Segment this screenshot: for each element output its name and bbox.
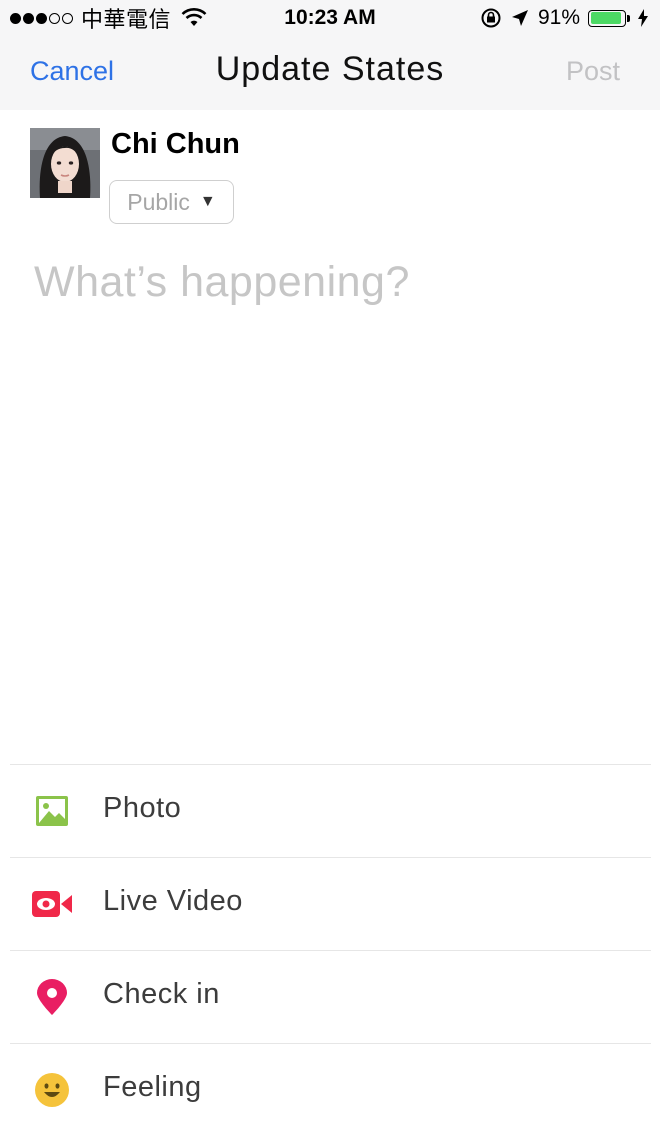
status-right: 91% <box>480 4 648 32</box>
photo-icon <box>32 791 72 831</box>
location-pin-icon <box>32 977 72 1017</box>
nav-bar: Cancel Update States Post <box>0 36 660 110</box>
live-video-icon <box>32 884 72 924</box>
action-check-in[interactable]: Check in <box>10 950 651 1043</box>
action-live-video-label: Live Video <box>103 885 243 917</box>
action-check-in-label: Check in <box>103 978 220 1010</box>
privacy-label: Public <box>127 188 190 215</box>
location-arrow-icon <box>511 10 528 26</box>
status-input[interactable]: What’s happening? <box>34 258 634 307</box>
composer-actions: Photo Live Video Check in Feeling <box>10 764 651 1136</box>
privacy-selector[interactable]: Public ▼ <box>109 180 234 224</box>
user-name: Chi Chun <box>111 128 240 160</box>
battery-icon <box>588 9 630 27</box>
battery-percent: 91% <box>537 6 580 29</box>
rotation-lock-icon <box>481 8 501 28</box>
action-photo[interactable]: Photo <box>10 764 651 857</box>
avatar-photo <box>30 128 100 198</box>
smiley-icon <box>32 1070 72 1110</box>
action-feeling[interactable]: Feeling <box>10 1043 651 1136</box>
header-area: 中華電信 10:23 AM 91% Cancel Update States P… <box>0 0 660 110</box>
charging-bolt-icon <box>638 9 648 27</box>
status-bar: 中華電信 10:23 AM 91% <box>0 0 660 36</box>
post-button[interactable]: Post <box>566 56 620 87</box>
action-live-video[interactable]: Live Video <box>10 857 651 950</box>
caret-down-icon: ▼ <box>199 193 216 210</box>
action-photo-label: Photo <box>103 792 182 824</box>
action-feeling-label: Feeling <box>103 1071 202 1103</box>
avatar[interactable] <box>30 128 100 198</box>
page-title: Update States <box>215 50 445 88</box>
